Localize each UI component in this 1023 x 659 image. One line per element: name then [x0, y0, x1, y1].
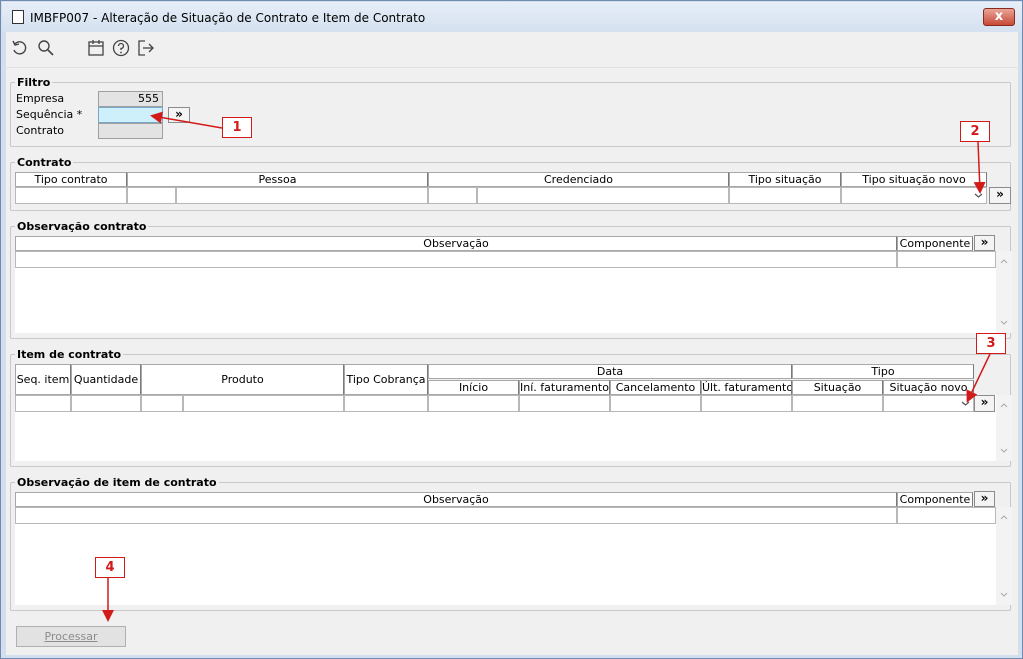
col-produto[interactable]: Produto	[141, 364, 344, 395]
tipo-situacao-novo-select[interactable]	[841, 187, 987, 204]
document-icon	[12, 10, 24, 24]
cell-ini-faturamento[interactable]	[519, 395, 610, 412]
col-tipo-situacao[interactable]: Tipo situação	[729, 172, 841, 187]
calendar-icon[interactable]	[86, 38, 106, 58]
col-tipo-situacao-novo[interactable]: Tipo situação novo	[841, 172, 987, 187]
client-area: Filtro Empresa 555 Sequência * » Contrat…	[6, 32, 1018, 655]
col-inicio[interactable]: Início	[428, 380, 519, 395]
chevron-down-icon	[961, 401, 970, 406]
title-bar: IMBFP007 - Alteração de Situação de Cont…	[2, 2, 1022, 32]
item-contrato-expand-button[interactable]: »	[974, 395, 995, 412]
toolbar	[6, 32, 1018, 68]
exit-icon[interactable]	[136, 38, 156, 58]
cell-pessoa-name[interactable]	[176, 187, 428, 204]
empresa-field[interactable]: 555	[98, 91, 163, 107]
cell-ult-faturamento[interactable]	[701, 395, 792, 412]
cell-componente[interactable]	[897, 507, 996, 524]
scroll-down-icon[interactable]	[1000, 320, 1008, 325]
cell-seq-item[interactable]	[15, 395, 71, 412]
sequencia-lookup-button[interactable]: »	[168, 107, 190, 123]
col-componente[interactable]: Componente	[897, 492, 973, 507]
contrato-legend: Contrato	[17, 156, 72, 169]
col-observacao[interactable]: Observação	[15, 492, 897, 507]
annotation-marker-1: 1	[222, 117, 252, 138]
obs-contrato-legend: Observação contrato	[17, 220, 147, 233]
sequencia-input[interactable]	[98, 107, 163, 123]
cell-credenciado-name[interactable]	[477, 187, 729, 204]
col-ini-faturamento[interactable]: Iní. faturamento	[519, 380, 610, 395]
col-pessoa[interactable]: Pessoa	[127, 172, 428, 187]
cell-produto-name[interactable]	[183, 395, 344, 412]
obs-item-expand-button[interactable]: »	[974, 491, 995, 507]
cell-tipo-situacao[interactable]	[729, 187, 841, 204]
scroll-up-icon[interactable]	[1000, 515, 1008, 520]
undo-icon[interactable]	[10, 38, 30, 58]
col-situacao[interactable]: Situação	[792, 380, 883, 395]
cell-produto-code[interactable]	[141, 395, 183, 412]
col-quantidade[interactable]: Quantidade	[71, 364, 141, 395]
help-icon[interactable]	[111, 38, 131, 58]
cell-cancelamento[interactable]	[610, 395, 701, 412]
application-window: IMBFP007 - Alteração de Situação de Cont…	[0, 0, 1023, 659]
cell-observacao[interactable]	[15, 251, 897, 268]
cell-pessoa-code[interactable]	[127, 187, 176, 204]
scroll-down-icon[interactable]	[1000, 592, 1008, 597]
filtro-legend: Filtro	[17, 76, 51, 89]
scrollbar[interactable]	[996, 395, 1012, 461]
col-tipo-contrato[interactable]: Tipo contrato	[15, 172, 127, 187]
close-button[interactable]: x	[983, 8, 1015, 26]
annotation-marker-3: 3	[976, 333, 1006, 354]
window-title: IMBFP007 - Alteração de Situação de Cont…	[30, 11, 426, 25]
col-tipo-cobranca[interactable]: Tipo Cobrança	[344, 364, 428, 395]
situacao-novo-select[interactable]	[883, 395, 974, 412]
contrato-expand-button[interactable]: »	[989, 187, 1011, 204]
cell-situacao[interactable]	[792, 395, 883, 412]
scroll-up-icon[interactable]	[1000, 259, 1008, 264]
col-cancelamento[interactable]: Cancelamento	[610, 380, 701, 395]
scroll-down-icon[interactable]	[1000, 448, 1008, 453]
cell-tipo-cobranca[interactable]	[344, 395, 428, 412]
cell-tipo-contrato[interactable]	[15, 187, 127, 204]
search-icon[interactable]	[36, 38, 56, 58]
annotation-marker-2: 2	[960, 121, 990, 142]
col-group-data: Data	[428, 364, 792, 379]
cell-inicio[interactable]	[428, 395, 519, 412]
scroll-up-icon[interactable]	[1000, 403, 1008, 408]
scrollbar[interactable]	[996, 507, 1012, 605]
scrollbar[interactable]	[996, 251, 1012, 333]
col-group-tipo: Tipo	[792, 364, 974, 379]
col-situacao-novo[interactable]: Situação novo	[883, 380, 974, 395]
cell-quantidade[interactable]	[71, 395, 141, 412]
cell-componente[interactable]	[897, 251, 996, 268]
obs-item-legend: Observação de item de contrato	[17, 476, 217, 489]
empresa-label: Empresa	[16, 92, 65, 105]
contrato-label: Contrato	[16, 124, 65, 137]
cell-credenciado-code[interactable]	[428, 187, 477, 204]
chevron-down-icon	[974, 193, 983, 198]
col-componente[interactable]: Componente	[897, 236, 973, 251]
item-contrato-legend: Item de contrato	[17, 348, 122, 361]
col-observacao[interactable]: Observação	[15, 236, 897, 251]
col-credenciado[interactable]: Credenciado	[428, 172, 729, 187]
sequencia-label: Sequência *	[16, 108, 83, 121]
col-ult-faturamento[interactable]: Últ. faturamento	[701, 380, 792, 395]
processar-button[interactable]: Processar	[16, 626, 126, 647]
col-seq-item[interactable]: Seq. item	[15, 364, 71, 395]
annotation-marker-4: 4	[95, 557, 125, 578]
cell-observacao[interactable]	[15, 507, 897, 524]
obs-contrato-expand-button[interactable]: »	[974, 235, 995, 251]
contrato-field[interactable]	[98, 123, 163, 139]
